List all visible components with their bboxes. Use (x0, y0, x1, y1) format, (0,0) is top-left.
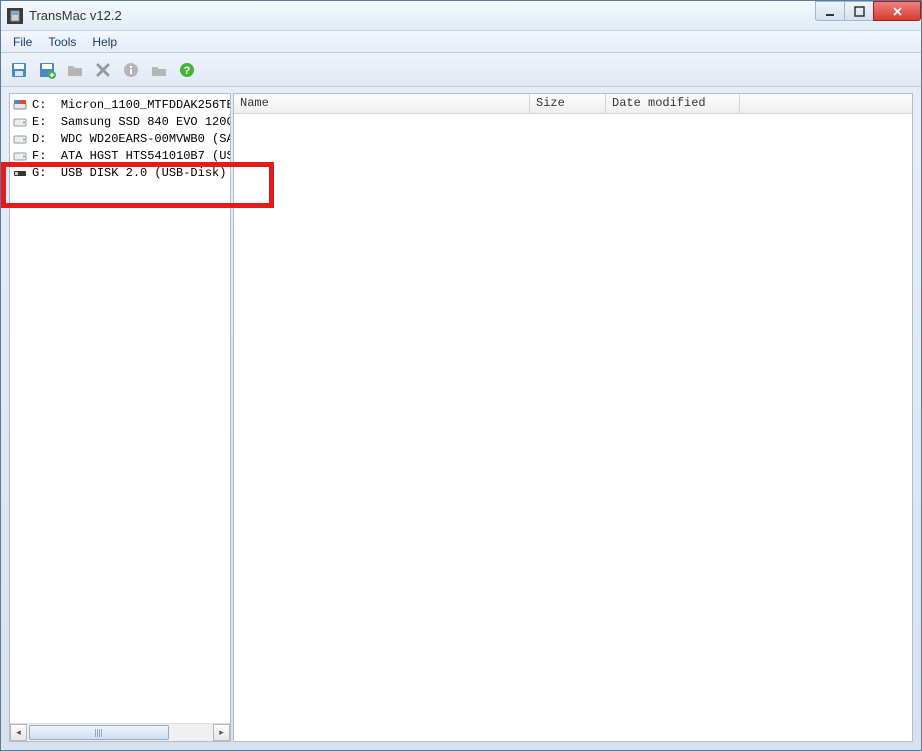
drive-item-d[interactable]: D: WDC WD20EARS-00MVWB0 (SATA-D (10, 130, 230, 147)
scroll-track[interactable] (27, 724, 213, 741)
svg-text:?: ? (184, 65, 191, 77)
menu-file[interactable]: File (5, 33, 40, 51)
drive-label: USB DISK 2.0 (USB-Disk) (61, 166, 227, 180)
file-list-body[interactable] (234, 114, 912, 741)
copy-icon[interactable] (147, 58, 171, 82)
scroll-right-icon[interactable]: ▸ (213, 724, 230, 741)
titlebar[interactable]: TransMac v12.2 (1, 1, 921, 31)
save-icon[interactable] (7, 58, 31, 82)
tree-hscrollbar[interactable]: ◂ ▸ (10, 723, 230, 741)
column-spacer[interactable] (740, 94, 912, 113)
usb-icon (12, 166, 28, 180)
maximize-button[interactable] (844, 1, 874, 21)
drive-item-c[interactable]: C: Micron_1100_MTFDDAK256TBN (S (10, 96, 230, 113)
drive-label: WDC WD20EARS-00MVWB0 (SATA-D (61, 132, 230, 146)
toolbar: ? (1, 53, 921, 87)
scroll-left-icon[interactable]: ◂ (10, 724, 27, 741)
menubar: File Tools Help (1, 31, 921, 53)
drive-tree-pane: C: Micron_1100_MTFDDAK256TBN (S E: Samsu… (9, 93, 231, 742)
window-title: TransMac v12.2 (29, 8, 122, 23)
app-window: TransMac v12.2 File Tools Help (0, 0, 922, 751)
hdd-win-icon (12, 98, 28, 112)
help-icon[interactable]: ? (175, 58, 199, 82)
drive-label: ATA HGST HTS541010B7 (USB-Di (61, 149, 230, 163)
app-icon (7, 8, 23, 24)
drive-letter: G: (32, 166, 46, 180)
menu-tools[interactable]: Tools (40, 33, 84, 51)
hdd-icon (12, 132, 28, 146)
delete-icon[interactable] (91, 58, 115, 82)
menu-help[interactable]: Help (84, 33, 125, 51)
drive-letter: D: (32, 132, 46, 146)
window-controls (816, 1, 921, 23)
column-headers: Name Size Date modified (234, 94, 912, 114)
close-button[interactable] (873, 1, 921, 21)
drive-letter: C: (32, 98, 46, 112)
column-name[interactable]: Name (234, 94, 530, 113)
hdd-icon (12, 115, 28, 129)
column-size[interactable]: Size (530, 94, 606, 113)
hdd-icon (12, 149, 28, 163)
drive-item-e[interactable]: E: Samsung SSD 840 EVO 120GB (S (10, 113, 230, 130)
drive-label: Samsung SSD 840 EVO 120GB (S (61, 115, 230, 129)
minimize-button[interactable] (815, 1, 845, 21)
drive-letter: F: (32, 149, 46, 163)
scroll-thumb[interactable] (29, 725, 169, 740)
drive-item-g[interactable]: G: USB DISK 2.0 (USB-Disk) (10, 164, 230, 181)
file-list-pane: Name Size Date modified (233, 93, 913, 742)
content-area: C: Micron_1100_MTFDDAK256TBN (S E: Samsu… (9, 93, 913, 742)
folder-icon[interactable] (63, 58, 87, 82)
drive-tree[interactable]: C: Micron_1100_MTFDDAK256TBN (S E: Samsu… (10, 94, 230, 723)
drive-label: Micron_1100_MTFDDAK256TBN (S (61, 98, 230, 112)
info-icon[interactable] (119, 58, 143, 82)
column-date[interactable]: Date modified (606, 94, 740, 113)
save-as-icon[interactable] (35, 58, 59, 82)
drive-letter: E: (32, 115, 46, 129)
drive-item-f[interactable]: F: ATA HGST HTS541010B7 (USB-Di (10, 147, 230, 164)
